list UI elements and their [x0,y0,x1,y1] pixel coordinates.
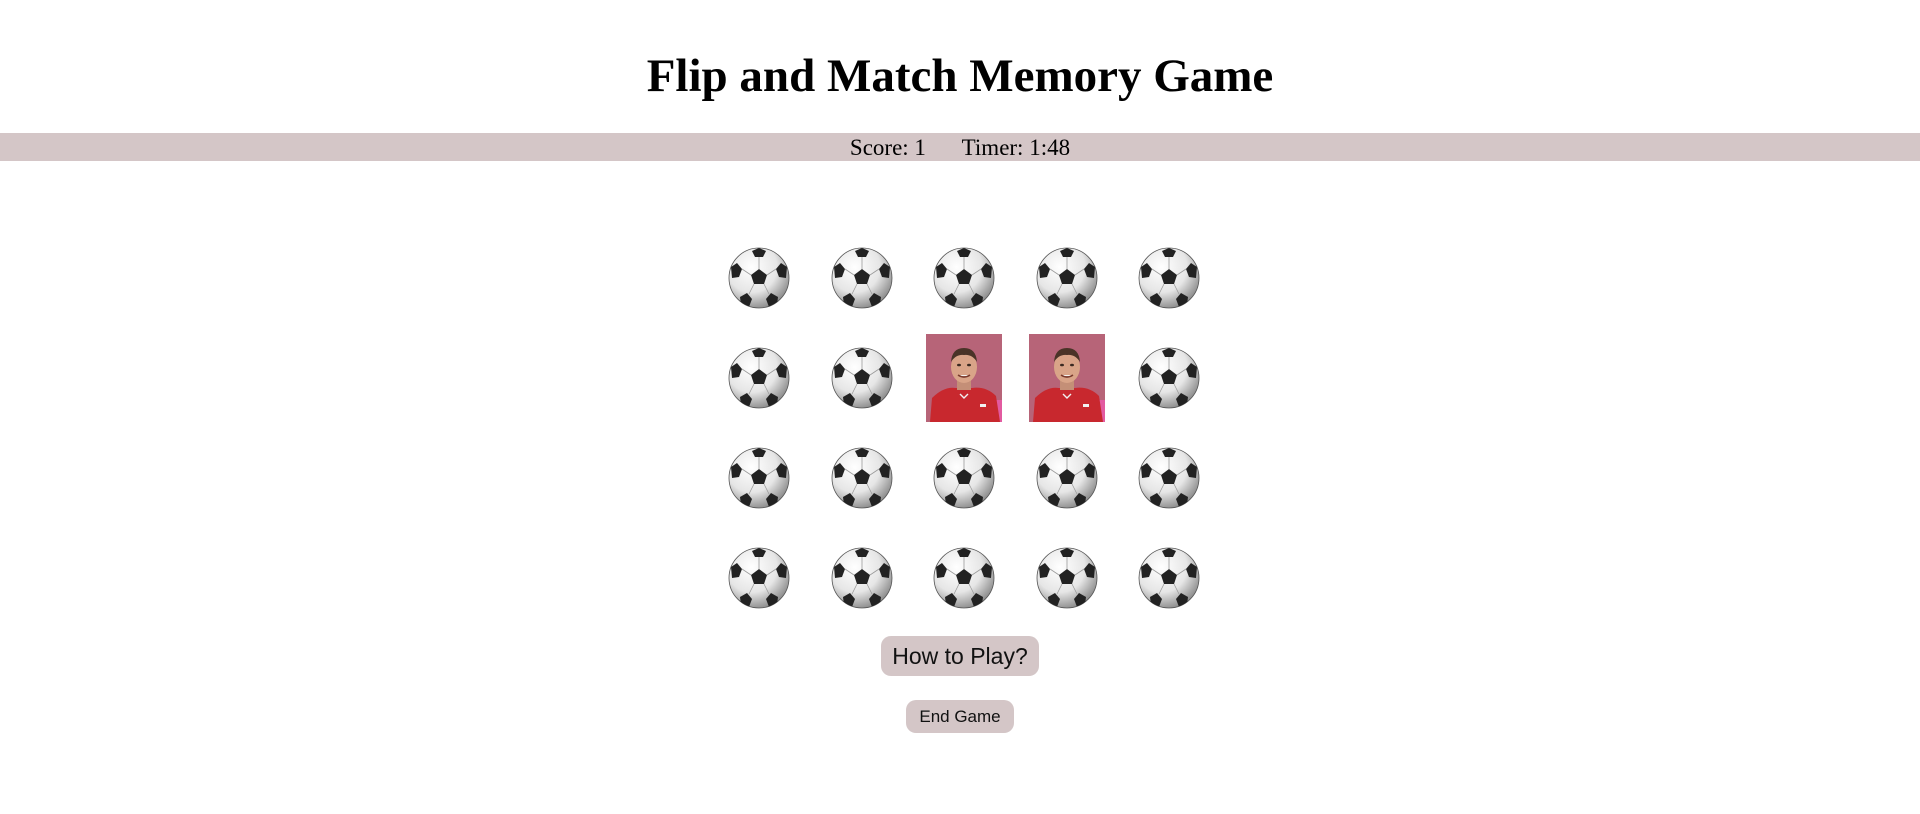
face-down-card[interactable] [925,532,1003,624]
face-down-card[interactable] [720,432,798,524]
face-down-card[interactable] [823,232,901,324]
player-photo-icon [1028,334,1105,422]
soccer-ball-icon [831,547,892,609]
face-down-card[interactable] [1130,432,1208,524]
face-down-card[interactable] [823,532,901,624]
face-down-card[interactable] [1028,232,1106,324]
soccer-ball-icon [1138,547,1200,609]
card-grid [720,232,1200,624]
how-to-play-button[interactable]: How to Play? [881,636,1039,676]
soccer-ball-icon [1036,547,1097,609]
face-down-card[interactable] [1130,232,1208,324]
soccer-ball-icon [1138,447,1200,509]
soccer-ball-icon [1138,247,1200,309]
page-title: Flip and Match Memory Game [646,50,1274,102]
soccer-ball-icon [728,547,790,609]
face-down-card[interactable] [823,432,901,524]
soccer-ball-icon [728,447,790,509]
end-game-button[interactable]: End Game [906,700,1014,733]
soccer-ball-icon [933,547,995,609]
soccer-ball-icon [831,447,892,509]
face-down-card[interactable] [823,332,901,424]
status-bar: Score: 1 Timer: 1:48 [0,133,1920,161]
score-display: Score: 1 [849,135,926,160]
face-down-card[interactable] [1028,432,1106,524]
face-down-card[interactable] [925,432,1003,524]
face-down-card[interactable] [720,232,798,324]
face-down-card[interactable] [720,532,798,624]
face-down-card[interactable] [1130,532,1208,624]
face-down-card[interactable] [1130,332,1208,424]
matched-card [925,332,1003,424]
face-down-card[interactable] [720,332,798,424]
soccer-ball-icon [1036,247,1097,309]
soccer-ball-icon [831,347,892,409]
soccer-ball-icon [1138,347,1200,409]
soccer-ball-icon [933,247,995,309]
face-down-card[interactable] [1028,532,1106,624]
face-down-card[interactable] [925,232,1003,324]
soccer-ball-icon [933,447,995,509]
soccer-ball-icon [728,247,790,309]
timer-display: Timer: 1:48 [961,135,1071,160]
player-photo-icon [926,334,1002,422]
soccer-ball-icon [728,347,790,409]
matched-card [1028,332,1106,424]
soccer-ball-icon [831,247,892,309]
soccer-ball-icon [1036,447,1097,509]
